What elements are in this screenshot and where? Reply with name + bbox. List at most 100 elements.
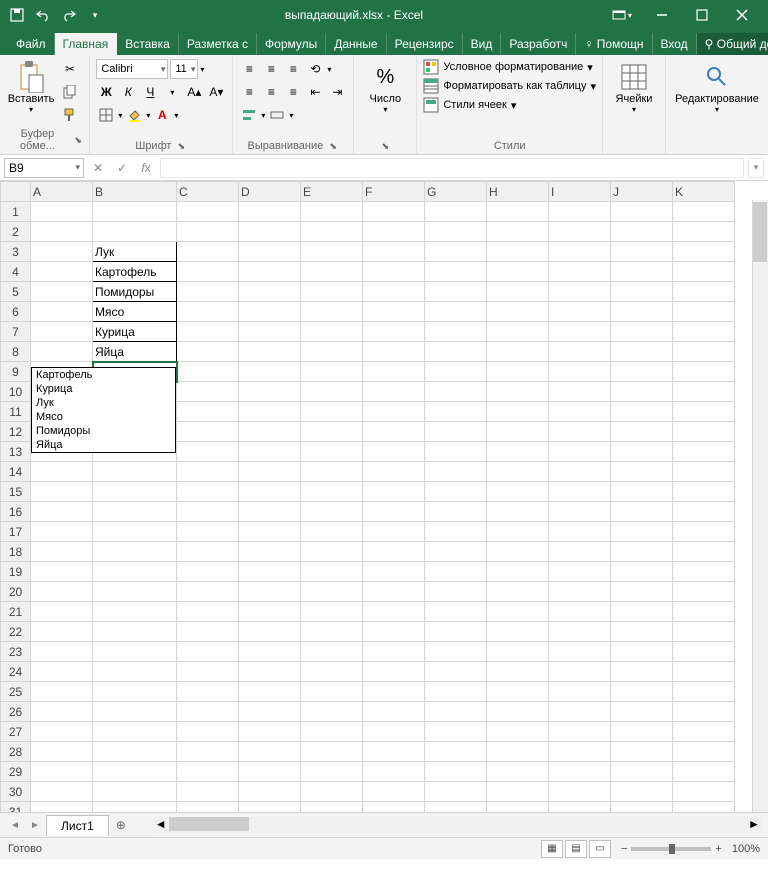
align-middle-icon[interactable]: ≡ [261,59,281,79]
row-header[interactable]: 16 [1,502,31,522]
vertical-scrollbar[interactable] [752,200,768,812]
row-header[interactable]: 20 [1,582,31,602]
cell[interactable] [93,682,177,702]
tab-layout[interactable]: Разметка с [179,33,257,55]
cell[interactable] [611,302,673,322]
cell[interactable] [177,662,239,682]
row-header[interactable]: 15 [1,482,31,502]
cell[interactable] [549,342,611,362]
cell[interactable] [611,442,673,462]
align-bottom-icon[interactable]: ≡ [283,59,303,79]
cell[interactable] [611,742,673,762]
cell[interactable] [363,662,425,682]
horizontal-scrollbar[interactable]: ◄► [153,817,762,833]
cell[interactable] [611,762,673,782]
cell[interactable] [239,742,301,762]
row-header[interactable]: 29 [1,762,31,782]
cell[interactable] [611,582,673,602]
row-header[interactable]: 4 [1,262,31,282]
enter-icon[interactable]: ✓ [112,158,132,178]
cell[interactable] [239,522,301,542]
row-header[interactable]: 26 [1,702,31,722]
cell[interactable] [177,422,239,442]
cell[interactable] [425,242,487,262]
cell[interactable] [301,702,363,722]
cell[interactable] [363,202,425,222]
row-header[interactable]: 18 [1,542,31,562]
cell[interactable] [549,682,611,702]
cell[interactable] [177,762,239,782]
row-header[interactable]: 10 [1,382,31,402]
cell[interactable] [549,702,611,722]
cell[interactable] [487,682,549,702]
cell[interactable] [673,502,735,522]
cell[interactable] [239,602,301,622]
cell[interactable] [31,342,93,362]
cell[interactable] [363,462,425,482]
cell[interactable] [177,602,239,622]
tab-developer[interactable]: Разработч [501,33,576,55]
cell[interactable] [487,722,549,742]
cell[interactable]: Картофель [93,262,177,282]
cell[interactable] [177,322,239,342]
cell[interactable] [177,622,239,642]
row-header[interactable]: 17 [1,522,31,542]
cell[interactable] [239,322,301,342]
cell[interactable] [301,422,363,442]
cell[interactable] [177,742,239,762]
cell[interactable] [301,542,363,562]
cell[interactable] [549,222,611,242]
column-header[interactable]: H [487,182,549,202]
cell[interactable] [487,322,549,342]
clipboard-launcher-icon[interactable]: ⬊ [73,134,84,146]
row-header[interactable]: 14 [1,462,31,482]
cell[interactable] [673,422,735,442]
cell[interactable] [363,742,425,762]
cell[interactable] [673,402,735,422]
cell[interactable] [177,542,239,562]
cell[interactable] [549,582,611,602]
cell[interactable] [611,542,673,562]
cell[interactable] [611,482,673,502]
cell[interactable] [301,242,363,262]
cell[interactable] [93,482,177,502]
row-header[interactable]: 24 [1,662,31,682]
number-format-button[interactable]: % Число ▾ [360,59,410,116]
row-header[interactable]: 11 [1,402,31,422]
cell[interactable] [611,202,673,222]
zoom-in-icon[interactable]: + [715,843,721,855]
column-header[interactable]: C [177,182,239,202]
cell[interactable] [611,422,673,442]
cell[interactable] [363,422,425,442]
cell[interactable] [177,802,239,813]
cell[interactable]: Помидоры [93,282,177,302]
font-color-icon[interactable]: А [152,105,172,125]
cell[interactable] [611,242,673,262]
cell[interactable] [93,502,177,522]
cell[interactable] [31,502,93,522]
cell[interactable] [239,562,301,582]
select-all-corner[interactable] [1,182,31,202]
cell[interactable] [673,482,735,502]
cell[interactable] [239,722,301,742]
cell[interactable] [425,382,487,402]
cell[interactable] [549,462,611,482]
cell[interactable] [487,442,549,462]
cell[interactable] [239,782,301,802]
cell[interactable] [673,302,735,322]
cell[interactable] [239,442,301,462]
cell[interactable] [611,662,673,682]
copy-icon[interactable] [60,82,80,102]
cell[interactable] [549,782,611,802]
cell[interactable] [31,482,93,502]
cell[interactable] [31,702,93,722]
cell[interactable] [31,522,93,542]
cell[interactable] [363,262,425,282]
cell[interactable] [301,522,363,542]
tab-file[interactable]: Файл [8,33,55,55]
cell[interactable] [425,622,487,642]
italic-button[interactable]: К [118,82,138,102]
cell[interactable] [363,222,425,242]
zoom-out-icon[interactable]: − [621,843,627,855]
cell[interactable] [487,702,549,722]
